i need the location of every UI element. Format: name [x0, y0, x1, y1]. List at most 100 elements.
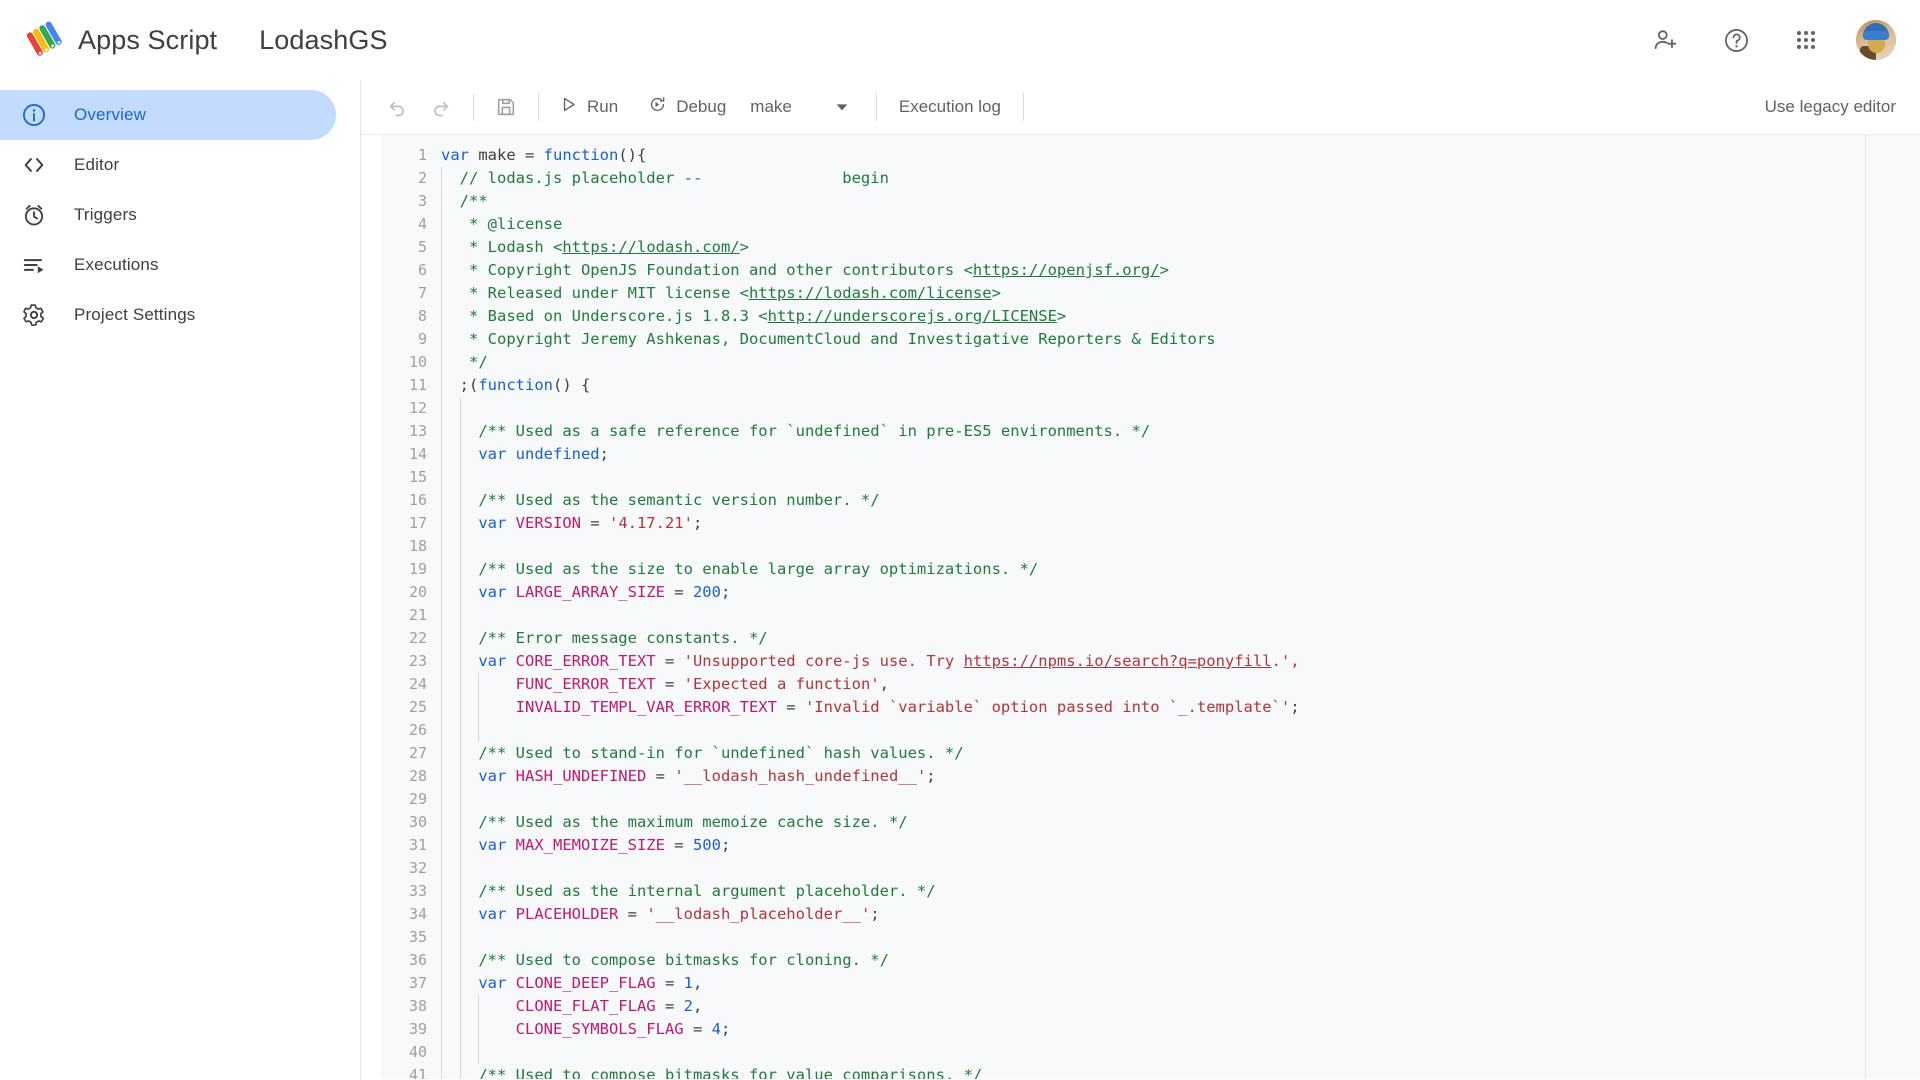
- sidebar-item-project-settings[interactable]: Project Settings: [0, 290, 336, 340]
- code-line[interactable]: 37 var CLONE_DEEP_FLAG = 1,: [381, 972, 1865, 995]
- code-line-text[interactable]: // lodas.js placeholder -- begin: [441, 167, 1865, 190]
- code-line-text[interactable]: CLONE_FLAT_FLAG = 2,: [441, 995, 1865, 1018]
- use-legacy-editor-link[interactable]: Use legacy editor: [1765, 97, 1896, 117]
- code-line-text[interactable]: [441, 466, 1865, 489]
- code-line-text[interactable]: var PLACEHOLDER = '__lodash_placeholder_…: [441, 903, 1865, 926]
- undo-icon[interactable]: [379, 89, 415, 125]
- code-line-text[interactable]: /** Used to stand-in for `undefined` has…: [441, 742, 1865, 765]
- code-line[interactable]: 14 var undefined;: [381, 443, 1865, 466]
- code-line[interactable]: 24 FUNC_ERROR_TEXT = 'Expected a functio…: [381, 673, 1865, 696]
- code-line[interactable]: 19 /** Used as the size to enable large …: [381, 558, 1865, 581]
- code-line-text[interactable]: /** Used as the semantic version number.…: [441, 489, 1865, 512]
- code-line[interactable]: 31 var MAX_MEMOIZE_SIZE = 500;: [381, 834, 1865, 857]
- code-line[interactable]: 35: [381, 926, 1865, 949]
- code-line[interactable]: 33 /** Used as the internal argument pla…: [381, 880, 1865, 903]
- sidebar-item-editor[interactable]: Editor: [0, 140, 336, 190]
- code-line[interactable]: 22 /** Error message constants. */: [381, 627, 1865, 650]
- code-line-text[interactable]: var VERSION = '4.17.21';: [441, 512, 1865, 535]
- code-line-text[interactable]: [441, 788, 1865, 811]
- code-line[interactable]: 21: [381, 604, 1865, 627]
- code-line-text[interactable]: /** Error message constants. */: [441, 627, 1865, 650]
- code-line[interactable]: 34 var PLACEHOLDER = '__lodash_placehold…: [381, 903, 1865, 926]
- code-line[interactable]: 18: [381, 535, 1865, 558]
- code-line[interactable]: 13 /** Used as a safe reference for `und…: [381, 420, 1865, 443]
- person-add-icon[interactable]: [1646, 20, 1686, 60]
- code-line-text[interactable]: * Released under MIT license <https://lo…: [441, 282, 1865, 305]
- apps-script-logo[interactable]: [24, 20, 64, 60]
- code-line[interactable]: 11 ;(function() {: [381, 374, 1865, 397]
- code-line-text[interactable]: [441, 1041, 1865, 1064]
- code-line[interactable]: 8 * Based on Underscore.js 1.8.3 <http:/…: [381, 305, 1865, 328]
- code-line-text[interactable]: /** Used as the internal argument placeh…: [441, 880, 1865, 903]
- function-select-value[interactable]: make: [750, 97, 792, 117]
- code-line[interactable]: 2 // lodas.js placeholder -- begin: [381, 167, 1865, 190]
- code-line-text[interactable]: * Based on Underscore.js 1.8.3 <http://u…: [441, 305, 1865, 328]
- code-line[interactable]: 5 * Lodash <https://lodash.com/>: [381, 236, 1865, 259]
- code-line[interactable]: 36 /** Used to compose bitmasks for clon…: [381, 949, 1865, 972]
- code-line-text[interactable]: [441, 535, 1865, 558]
- code-line[interactable]: 7 * Released under MIT license <https://…: [381, 282, 1865, 305]
- code-line-text[interactable]: * Copyright OpenJS Foundation and other …: [441, 259, 1865, 282]
- code-line[interactable]: 25 INVALID_TEMPL_VAR_ERROR_TEXT = 'Inval…: [381, 696, 1865, 719]
- code-line-text[interactable]: var undefined;: [441, 443, 1865, 466]
- account-avatar[interactable]: [1856, 20, 1896, 60]
- help-circle-icon[interactable]: [1716, 20, 1756, 60]
- chevron-down-icon[interactable]: [834, 99, 850, 115]
- code-line[interactable]: 12: [381, 397, 1865, 420]
- code-line[interactable]: 39 CLONE_SYMBOLS_FLAG = 4;: [381, 1018, 1865, 1041]
- code-line[interactable]: 40: [381, 1041, 1865, 1064]
- code-line-text[interactable]: * @license: [441, 213, 1865, 236]
- code-line[interactable]: 10 */: [381, 351, 1865, 374]
- redo-icon[interactable]: [423, 89, 459, 125]
- debug-button[interactable]: Debug: [638, 89, 736, 125]
- code-line-text[interactable]: var MAX_MEMOIZE_SIZE = 500;: [441, 834, 1865, 857]
- code-line[interactable]: 41 /** Used to compose bitmasks for valu…: [381, 1064, 1865, 1079]
- code-line[interactable]: 32: [381, 857, 1865, 880]
- code-line-text[interactable]: /** Used as the maximum memoize cache si…: [441, 811, 1865, 834]
- code-line[interactable]: 16 /** Used as the semantic version numb…: [381, 489, 1865, 512]
- code-line[interactable]: 6 * Copyright OpenJS Foundation and othe…: [381, 259, 1865, 282]
- code-line-text[interactable]: /** Used to compose bitmasks for cloning…: [441, 949, 1865, 972]
- code-line-text[interactable]: var HASH_UNDEFINED = '__lodash_hash_unde…: [441, 765, 1865, 788]
- code-line[interactable]: 23 var CORE_ERROR_TEXT = 'Unsupported co…: [381, 650, 1865, 673]
- code-line[interactable]: 9 * Copyright Jeremy Ashkenas, DocumentC…: [381, 328, 1865, 351]
- code-line-text[interactable]: [441, 397, 1865, 420]
- apps-grid-icon[interactable]: [1786, 20, 1826, 60]
- code-lines-container[interactable]: 1 var make = function(){2 // lodas.js pla…: [381, 135, 1865, 1079]
- code-line-text[interactable]: var CORE_ERROR_TEXT = 'Unsupported core-…: [441, 650, 1865, 673]
- code-line[interactable]: 3 /**: [381, 190, 1865, 213]
- code-line-text[interactable]: FUNC_ERROR_TEXT = 'Expected a function',: [441, 673, 1865, 696]
- code-line[interactable]: 26: [381, 719, 1865, 742]
- code-line-text[interactable]: CLONE_SYMBOLS_FLAG = 4;: [441, 1018, 1865, 1041]
- code-line-text[interactable]: var LARGE_ARRAY_SIZE = 200;: [441, 581, 1865, 604]
- code-line-text[interactable]: var CLONE_DEEP_FLAG = 1,: [441, 972, 1865, 995]
- code-line-text[interactable]: [441, 857, 1865, 880]
- code-line-text[interactable]: /** Used as the size to enable large arr…: [441, 558, 1865, 581]
- save-icon[interactable]: [488, 89, 524, 125]
- code-line[interactable]: 15: [381, 466, 1865, 489]
- code-line[interactable]: 1 var make = function(){: [381, 144, 1865, 167]
- code-line[interactable]: 28 var HASH_UNDEFINED = '__lodash_hash_u…: [381, 765, 1865, 788]
- code-line-text[interactable]: /** Used as a safe reference for `undefi…: [441, 420, 1865, 443]
- code-line[interactable]: 27 /** Used to stand-in for `undefined` …: [381, 742, 1865, 765]
- code-line[interactable]: 17 var VERSION = '4.17.21';: [381, 512, 1865, 535]
- code-line-text[interactable]: ;(function() {: [441, 374, 1865, 397]
- code-line-text[interactable]: */: [441, 351, 1865, 374]
- code-line[interactable]: 30 /** Used as the maximum memoize cache…: [381, 811, 1865, 834]
- sidebar-item-executions[interactable]: Executions: [0, 240, 336, 290]
- code-line-text[interactable]: [441, 926, 1865, 949]
- sidebar-item-overview[interactable]: Overview: [0, 90, 336, 140]
- run-button[interactable]: Run: [549, 89, 628, 125]
- execution-log-button[interactable]: Execution log: [887, 97, 1013, 117]
- code-line[interactable]: 29: [381, 788, 1865, 811]
- code-line[interactable]: 20 var LARGE_ARRAY_SIZE = 200;: [381, 581, 1865, 604]
- code-line-text[interactable]: /** Used to compose bitmasks for value c…: [441, 1064, 1865, 1079]
- code-line[interactable]: 4 * @license: [381, 213, 1865, 236]
- code-minimap-strip[interactable]: [1865, 135, 1920, 1079]
- code-line-text[interactable]: INVALID_TEMPL_VAR_ERROR_TEXT = 'Invalid …: [441, 696, 1865, 719]
- sidebar-item-triggers[interactable]: Triggers: [0, 190, 336, 240]
- code-line-text[interactable]: * Lodash <https://lodash.com/>: [441, 236, 1865, 259]
- code-editor[interactable]: 1 var make = function(){2 // lodas.js pla…: [361, 135, 1920, 1079]
- code-line-text[interactable]: /**: [441, 190, 1865, 213]
- code-line-text[interactable]: [441, 604, 1865, 627]
